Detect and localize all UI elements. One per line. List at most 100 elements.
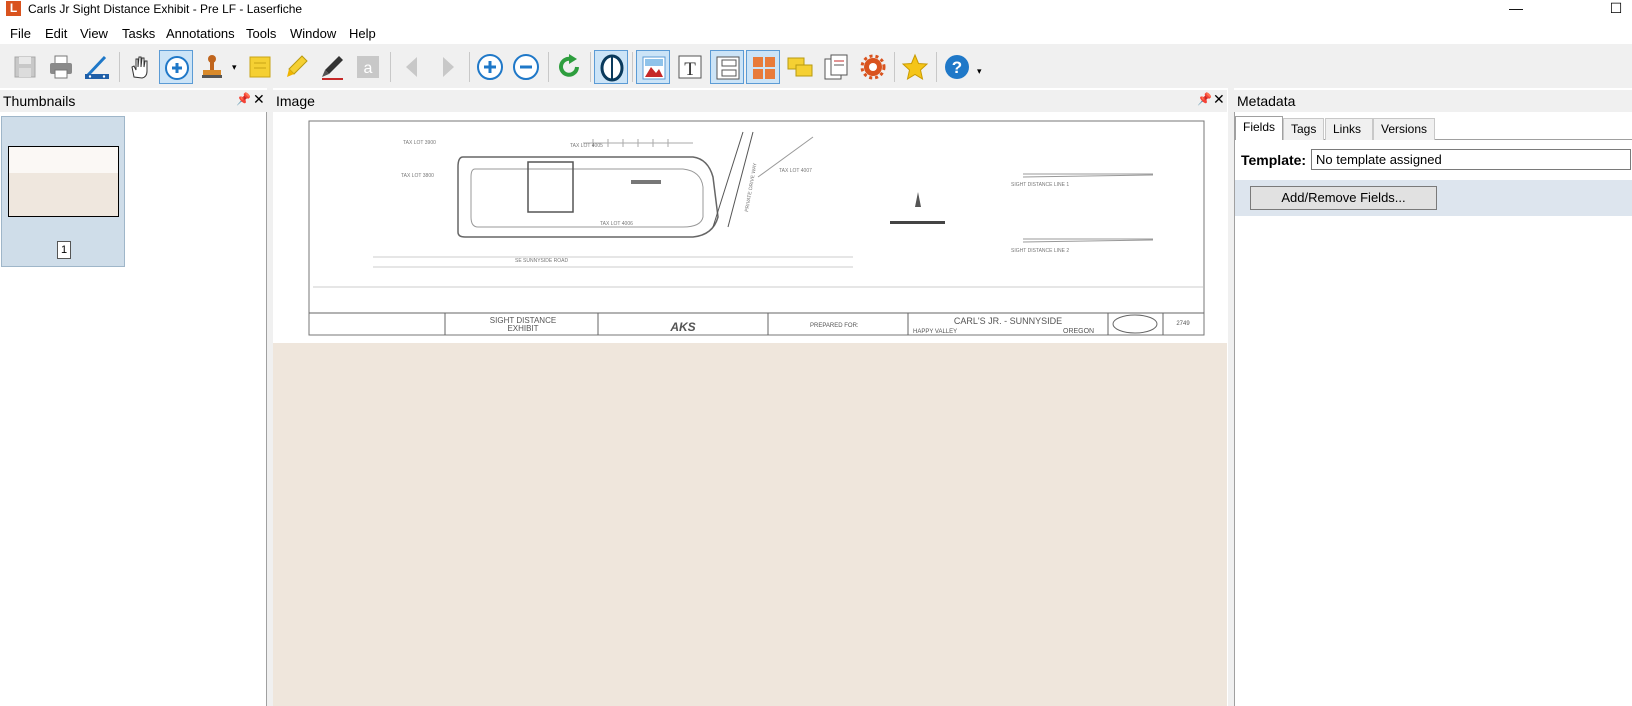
label-city: HAPPY VALLEY	[913, 329, 957, 335]
toolbar: ▾ a T ? ▾	[0, 44, 1632, 88]
title-bar: L Carls Jr Sight Distance Exhibit - Pre …	[0, 0, 1632, 22]
zoom-in-button[interactable]	[473, 50, 507, 84]
add-remove-fields-button[interactable]: Add/Remove Fields...	[1250, 186, 1437, 210]
maximize-button[interactable]: ☐	[1602, 0, 1630, 18]
sticky-note-icon	[249, 56, 271, 78]
save-button[interactable]	[8, 50, 42, 84]
metadata-title: Metadata	[1237, 93, 1296, 109]
highlighter-button[interactable]	[279, 50, 313, 84]
template-label: Template:	[1241, 152, 1307, 168]
template-row: Template:	[1235, 144, 1632, 176]
next-page-button[interactable]	[431, 50, 465, 84]
minimize-button[interactable]: —	[1502, 0, 1530, 18]
text-view-button[interactable]: T	[673, 50, 707, 84]
image-view-icon	[642, 56, 666, 80]
print-button[interactable]	[44, 50, 78, 84]
tab-versions[interactable]: Versions	[1373, 118, 1436, 140]
label-sight-line-2: SIGHT DISTANCE LINE 2	[1011, 248, 1069, 254]
pan-button[interactable]	[123, 50, 157, 84]
menu-tasks[interactable]: Tasks	[122, 26, 155, 41]
template-field[interactable]	[1311, 149, 1631, 170]
pan-hand-icon	[131, 56, 148, 79]
rotate-button[interactable]	[552, 50, 586, 84]
label-firm: AKS	[669, 320, 695, 334]
highlighter-icon	[287, 55, 308, 77]
zoom-in-icon	[477, 54, 503, 80]
zoom-tool-button[interactable]	[159, 50, 193, 84]
properties-pane-button[interactable]	[819, 50, 853, 84]
image-viewer[interactable]: TAX LOT 3900 TAX LOT 4005 TAX LOT 3800 T…	[273, 117, 1227, 706]
pen-button[interactable]	[315, 50, 349, 84]
label-road: SE SUNNYSIDE ROAD	[515, 258, 568, 264]
label-sight-line-1: SIGHT DISTANCE LINE 1	[1011, 182, 1069, 188]
label-project-title: CARL'S JR. - SUNNYSIDE	[954, 316, 1062, 326]
laserfiche-logo-icon: L	[6, 1, 21, 16]
menu-tools[interactable]: Tools	[246, 26, 276, 41]
zoom-out-icon	[513, 54, 539, 80]
svg-text:?: ?	[952, 58, 962, 77]
menu-edit[interactable]: Edit	[45, 26, 67, 41]
tab-tags[interactable]: Tags	[1283, 118, 1325, 140]
pin-icon[interactable]: 📌	[236, 92, 251, 106]
print-icon	[50, 55, 72, 79]
text-annotation-button[interactable]: a	[351, 50, 385, 84]
text-view-icon: T	[678, 55, 702, 80]
stamp-dropdown-icon[interactable]: ▾	[232, 62, 237, 73]
pin-icon[interactable]: 📌	[1197, 92, 1212, 106]
zoom-out-button[interactable]	[509, 50, 543, 84]
menu-view[interactable]: View	[80, 26, 108, 41]
help-dropdown-icon[interactable]: ▾	[977, 66, 982, 77]
split-view-icon	[716, 56, 740, 80]
ocr-icon	[600, 54, 624, 82]
stamp-button[interactable]	[195, 50, 229, 84]
svg-text:T: T	[684, 59, 696, 80]
tab-links[interactable]: Links	[1325, 118, 1373, 140]
help-button[interactable]: ?	[940, 50, 974, 84]
settings-icon	[860, 54, 886, 80]
label-prepared-for: PREPARED FOR:	[810, 323, 859, 329]
label-state: OREGON	[1063, 328, 1094, 335]
split-view-button[interactable]	[710, 50, 744, 84]
rotate-icon	[559, 54, 579, 77]
menu-file[interactable]: File	[10, 26, 31, 41]
thumbnail-view-icon	[753, 57, 775, 79]
zoom-tool-icon	[165, 56, 189, 80]
menu-annotations[interactable]: Annotations	[166, 26, 235, 41]
thumbnail-image	[8, 146, 119, 217]
image-view-button[interactable]	[636, 50, 670, 84]
sticky-note-button[interactable]	[243, 50, 277, 84]
thumbnails-panel: 1	[0, 112, 267, 706]
favorites-button[interactable]	[898, 50, 932, 84]
thumbnail-view-button[interactable]	[746, 50, 780, 84]
stamp-icon	[202, 55, 222, 78]
favorites-star-icon	[901, 53, 929, 81]
next-page-icon	[443, 57, 454, 77]
thumbnails-title: Thumbnails	[3, 93, 76, 109]
image-header: Image 📌 ✕	[273, 90, 1227, 112]
close-icon[interactable]: ✕	[253, 91, 265, 108]
previous-page-icon	[406, 57, 417, 77]
scan-button[interactable]	[80, 50, 114, 84]
thumbnails-header: Thumbnails 📌 ✕	[0, 90, 267, 112]
image-title: Image	[276, 93, 315, 109]
menu-bar: File Edit View Tasks Annotations Tools W…	[0, 22, 1632, 44]
window-title: Carls Jr Sight Distance Exhibit - Pre LF…	[28, 2, 303, 16]
annotations-pane-icon	[787, 57, 813, 77]
menu-help[interactable]: Help	[349, 26, 376, 41]
close-icon[interactable]: ✕	[1213, 91, 1225, 108]
settings-button[interactable]	[856, 50, 890, 84]
menu-window[interactable]: Window	[290, 26, 336, 41]
annotations-pane-button[interactable]	[783, 50, 817, 84]
page-number-label: 1	[57, 241, 71, 259]
thumbnail-page-1[interactable]: 1	[1, 116, 125, 267]
document-page-image: TAX LOT 3900 TAX LOT 4005 TAX LOT 3800 T…	[273, 117, 1227, 343]
properties-pane-icon	[824, 54, 848, 80]
ocr-button[interactable]	[594, 50, 628, 84]
tab-fields[interactable]: Fields	[1235, 116, 1284, 140]
save-icon	[14, 56, 36, 78]
label-tax-lot-4006: TAX LOT 4006	[600, 221, 633, 227]
help-icon: ?	[945, 55, 969, 79]
previous-page-button[interactable]	[395, 50, 429, 84]
label-exhibit: EXHIBIT	[507, 324, 538, 333]
label-job-number: 2749	[1176, 321, 1190, 327]
